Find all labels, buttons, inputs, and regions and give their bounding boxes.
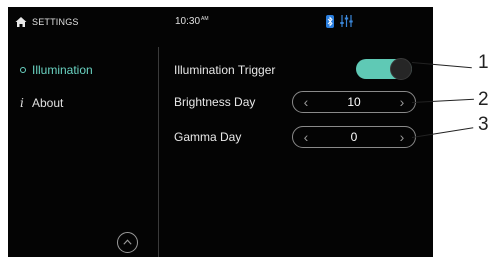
- brightness-day-stepper: ‹ 10 ›: [292, 91, 416, 113]
- gamma-day-value: 0: [350, 130, 358, 144]
- info-icon: i: [20, 96, 24, 110]
- callout-1: 1: [478, 52, 489, 73]
- page-title: SETTINGS: [32, 17, 79, 27]
- illumination-trigger-toggle[interactable]: [356, 58, 412, 80]
- sidebar-divider: [158, 47, 159, 257]
- settings-screen: SETTINGS 10:30AM Illumination i About Il…: [8, 7, 433, 257]
- brightness-increase-button[interactable]: ›: [395, 94, 409, 110]
- sidebar-item-about[interactable]: About: [32, 96, 63, 110]
- clock-ampm: AM: [201, 16, 209, 22]
- gamma-decrease-button[interactable]: ‹: [299, 129, 313, 145]
- bluetooth-icon: [326, 15, 334, 28]
- callout-2: 2: [478, 89, 489, 110]
- scroll-up-button[interactable]: [117, 232, 138, 253]
- brightness-decrease-button[interactable]: ‹: [299, 94, 313, 110]
- illumination-trigger-label: Illumination Trigger: [174, 63, 276, 77]
- equalizer-icon[interactable]: [340, 14, 353, 28]
- gamma-increase-button[interactable]: ›: [395, 129, 409, 145]
- home-icon[interactable]: [15, 16, 27, 28]
- status-bar: SETTINGS 10:30AM: [8, 7, 433, 35]
- sidebar-item-illumination[interactable]: Illumination: [32, 63, 93, 77]
- clock: 10:30AM: [175, 16, 209, 27]
- callout-3: 3: [478, 114, 489, 135]
- gamma-day-label: Gamma Day: [174, 130, 242, 144]
- clock-time: 10:30: [175, 16, 201, 27]
- dot-icon: [20, 67, 26, 73]
- brightness-day-value: 10: [347, 95, 361, 109]
- brightness-day-label: Brightness Day: [174, 95, 256, 109]
- gamma-day-stepper: ‹ 0 ›: [292, 126, 416, 148]
- chevron-up-icon: [123, 239, 132, 245]
- toggle-knob: [390, 58, 412, 80]
